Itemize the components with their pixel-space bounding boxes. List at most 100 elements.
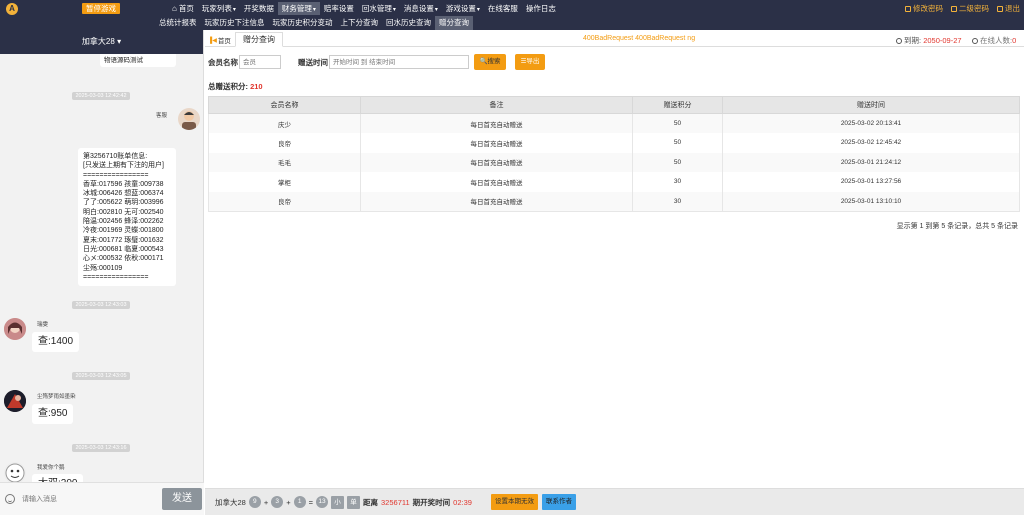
column-header[interactable]: 会员名称 [208, 96, 361, 114]
menu-item[interactable]: 在线客服 [484, 2, 522, 15]
chevron-down-icon: ▾ [392, 7, 396, 13]
submenu-item-label: 上下分查询 [340, 18, 379, 27]
column-header[interactable]: 备注 [360, 96, 633, 114]
menu-item-label: 财务管理 [281, 4, 312, 13]
change-password-link[interactable]: 修改密码 [905, 3, 943, 14]
submenu-item[interactable]: 赠分查询 [435, 16, 473, 30]
secondary-password-link[interactable]: 二级密码 [951, 3, 989, 14]
gift-time-label: 赠送时间 [298, 58, 328, 67]
tab-home[interactable]: ▐◀ 首页 [208, 35, 231, 46]
parity-tag: 单 [347, 495, 361, 509]
menu-item[interactable]: 消息设置▾ [400, 2, 442, 15]
submenu-item[interactable]: 回水历史查询 [382, 16, 435, 30]
table-cell: 2025-03-02 12:45:42 [722, 133, 1020, 153]
table-row[interactable]: 掌柜 每日首充自动赠送 30 2025-03-01 13:27:56 [208, 172, 1020, 192]
plus-sign: + [286, 497, 291, 507]
submenu-item[interactable]: 玩家历史下注信息 [201, 16, 269, 30]
account-links: 修改密码 二级密码 退出 [905, 3, 1020, 14]
chat-message-bubble: 已开盘可以进行下注 物语源码测试 [100, 54, 176, 67]
submenu-item[interactable]: 总统计报表 [155, 16, 201, 30]
search-icon: 🔍 [479, 58, 488, 65]
distance-label: 距离 [363, 497, 379, 507]
menu-item[interactable]: ⌂ 首页 [168, 2, 198, 15]
table-row[interactable]: 良帝 每日首充自动赠送 50 2025-03-02 12:45:42 [208, 133, 1020, 153]
member-name-input[interactable] [239, 55, 281, 69]
open-time-label: 期开奖时间 [412, 497, 451, 507]
total-gift-points: 总赠送积分: 210 [208, 82, 263, 91]
table-cell: 2025-03-01 13:10:10 [722, 191, 1020, 212]
draw-ball: 1 [293, 496, 306, 508]
menu-item-label: 在线客服 [487, 4, 518, 13]
chat-message-bubble: 查:1400 [32, 332, 80, 352]
edit-icon [905, 5, 911, 12]
column-header[interactable]: 赠送时间 [722, 96, 1020, 114]
table-cell: 每日首充自动赠送 [360, 191, 633, 212]
submenu-item[interactable]: 玩家历史积分变动 [269, 16, 337, 30]
table-row[interactable]: 良帝 每日首充自动赠送 30 2025-03-01 13:10:10 [208, 191, 1020, 212]
user-avatar [4, 318, 26, 340]
main-content: ▐◀ 首页 赠分查询 400BadRequest 400BadRequest ng… [205, 30, 1024, 515]
menu-item-label: 玩家列表 [201, 4, 232, 13]
table-cell: 每日首充自动赠送 [360, 172, 633, 192]
table-cell: 每日首充自动赠送 [360, 152, 633, 172]
chat-panel: 加拿大28 ▾ 已开盘可以进行下注 物语源码测试 2025-03-03 12:4… [0, 30, 204, 515]
search-button[interactable]: 🔍搜索 [474, 54, 506, 70]
hourglass-icon [896, 38, 902, 44]
table-cell: 庆少 [208, 113, 361, 133]
menu-item[interactable]: 财务管理▾ [277, 2, 320, 15]
size-tag: 小 [331, 495, 345, 509]
export-button[interactable]: ☰导出 [515, 54, 545, 70]
table-cell: 30 [632, 172, 723, 192]
contact-author-button[interactable]: 联系作者 [542, 494, 576, 510]
chat-room-selector[interactable]: 加拿大28 ▾ [0, 30, 203, 54]
emoji-icon[interactable] [5, 494, 15, 504]
draw-ball: 9 [248, 496, 261, 508]
submenu-item[interactable]: 上下分查询 [337, 16, 383, 30]
table-row[interactable]: 毛毛 每日首充自动赠送 50 2025-03-01 21:24:12 [208, 152, 1020, 172]
tab-gift-points-query[interactable]: 赠分查询 [235, 32, 283, 47]
submenu-item-label: 玩家历史积分变动 [272, 18, 333, 27]
menu-item[interactable]: 游戏设置▾ [442, 2, 484, 15]
chat-message-input[interactable] [22, 489, 154, 509]
column-header[interactable]: 赠送积分 [632, 96, 723, 114]
menu-item[interactable]: 开奖数据 [240, 2, 278, 15]
date-range-input[interactable] [329, 55, 469, 69]
menu-item-label: 操作日志 [525, 4, 556, 13]
edit-icon [951, 5, 957, 12]
table-row[interactable]: 庆少 每日首充自动赠送 50 2025-03-02 20:13:41 [208, 113, 1020, 133]
chat-message-bubble: 大双:200 [32, 474, 84, 482]
table-cell: 良帝 [208, 191, 361, 212]
bill-message-bubble: 第3256710账单信息: [只发送上期有下注的用户] ============… [78, 148, 176, 287]
menu-item[interactable]: 操作日志 [522, 2, 560, 15]
menu-item-label: 消息设置 [403, 4, 434, 13]
equals-sign: = [308, 497, 314, 507]
menu-item[interactable]: 赔率设置 [320, 2, 358, 15]
main-menu: ⌂ 首页 玩家列表▾ 开奖数据 财务管理▾ 赔率设置 回水管理▾ 消息设置▾ 游戏设置▾ 在线客服… [168, 2, 560, 15]
menu-item[interactable]: 回水管理▾ [358, 2, 400, 15]
online-count: 在线人数:0 [972, 35, 1016, 46]
chevron-down-icon: ▾ [117, 37, 122, 46]
service-avatar [178, 108, 200, 130]
pause-game-button[interactable]: 暂停游戏 [82, 3, 120, 14]
message-sender: 客服 [156, 113, 168, 119]
home-icon: ⌂ [172, 4, 177, 13]
menu-item[interactable]: 玩家列表▾ [198, 2, 240, 15]
chevron-down-icon: ▾ [476, 7, 480, 13]
draw-status-bar: 加拿大28 9 + 3 + 1 = 13 小 单 距离 3256711 期开奖时… [205, 488, 1024, 515]
send-button[interactable]: 发送 [162, 488, 202, 510]
message-sender: 我爱你个鹅 [37, 465, 65, 471]
invalidate-issue-button[interactable]: 设置本期无效 [491, 494, 538, 510]
expire-date: 到期: 2050-09-27 [896, 35, 962, 46]
game-name: 加拿大28 [215, 497, 246, 507]
table-cell: 每日首充自动赠送 [360, 133, 633, 153]
top-navbar: A 暂停游戏 ⌂ 首页 玩家列表▾ 开奖数据 财务管理▾ 赔率设置 回水管理▾ 消息设置▾ 游戏… [0, 0, 1024, 30]
submenu-item-label: 总统计报表 [159, 18, 197, 27]
logout-link[interactable]: 退出 [997, 3, 1020, 14]
message-list[interactable]: 已开盘可以进行下注 物语源码测试 2025-03-03 12:42:42 客服 … [0, 54, 204, 482]
menu-item-label: 游戏设置 [445, 4, 476, 13]
next-issue: 3256711 [381, 497, 410, 507]
table-cell: 毛毛 [208, 152, 361, 172]
submenu-item-label: 玩家历史下注信息 [204, 18, 265, 27]
gift-points-table: 会员名称 备注 赠送积分 赠送时间 庆少 每日首充自动赠送 50 2025-03-02… [208, 96, 1020, 212]
user-avatar [4, 462, 26, 482]
